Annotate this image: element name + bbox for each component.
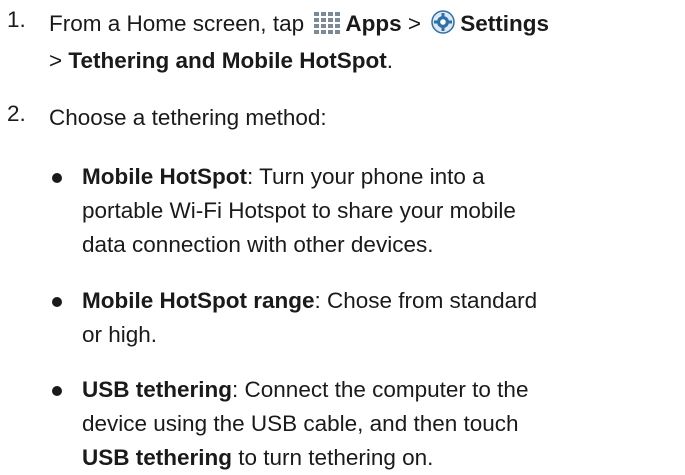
bullet-term: Mobile HotSpot range bbox=[82, 288, 315, 313]
settings-label: Settings bbox=[460, 11, 550, 36]
bullet-text: Mobile HotSpot range: Chose from standar… bbox=[82, 284, 685, 352]
bullet-desc-line: device using the USB cable, and then tou… bbox=[82, 411, 519, 436]
step-number: 2. bbox=[7, 101, 26, 126]
bullet-desc: to turn tethering on. bbox=[232, 445, 434, 470]
bullet-dot bbox=[52, 173, 62, 183]
separator: > bbox=[49, 48, 63, 73]
step-text: Choose a tethering method: bbox=[49, 105, 327, 130]
apps-grid-icon bbox=[314, 10, 341, 44]
bullet-text: Mobile HotSpot: Turn your phone into a p… bbox=[82, 160, 685, 262]
bullet-desc: Connect the computer to the bbox=[238, 377, 529, 402]
bullet-term: USB tethering bbox=[82, 377, 233, 402]
bullet-desc-line: portable Wi-Fi Hotspot to share your mob… bbox=[82, 198, 516, 223]
apps-label: Apps bbox=[345, 11, 402, 36]
bullet-desc: Turn your phone into a bbox=[253, 164, 485, 189]
bullet-desc-line: data connection with other devices. bbox=[82, 232, 434, 257]
step-text: From a Home screen, tap Apps > Settings … bbox=[49, 7, 685, 78]
bullet-desc-line: or high. bbox=[82, 322, 158, 347]
bullet-desc: Chose from standard bbox=[320, 288, 538, 313]
bullet-dot bbox=[52, 297, 62, 307]
bullet-text: USB tethering: Connect the computer to t… bbox=[82, 373, 685, 475]
settings-gear-icon bbox=[431, 10, 456, 44]
bullet-dot bbox=[52, 386, 62, 396]
tethering-label: Tethering and Mobile HotSpot bbox=[68, 48, 387, 73]
step-number: 1. bbox=[7, 7, 26, 32]
sentence-end: . bbox=[386, 48, 393, 73]
bullet-term-inline: USB tethering bbox=[82, 445, 233, 470]
bullet-term: Mobile HotSpot bbox=[82, 164, 247, 189]
separator: > bbox=[407, 11, 422, 36]
step-prefix: From a Home screen, tap bbox=[49, 11, 305, 36]
